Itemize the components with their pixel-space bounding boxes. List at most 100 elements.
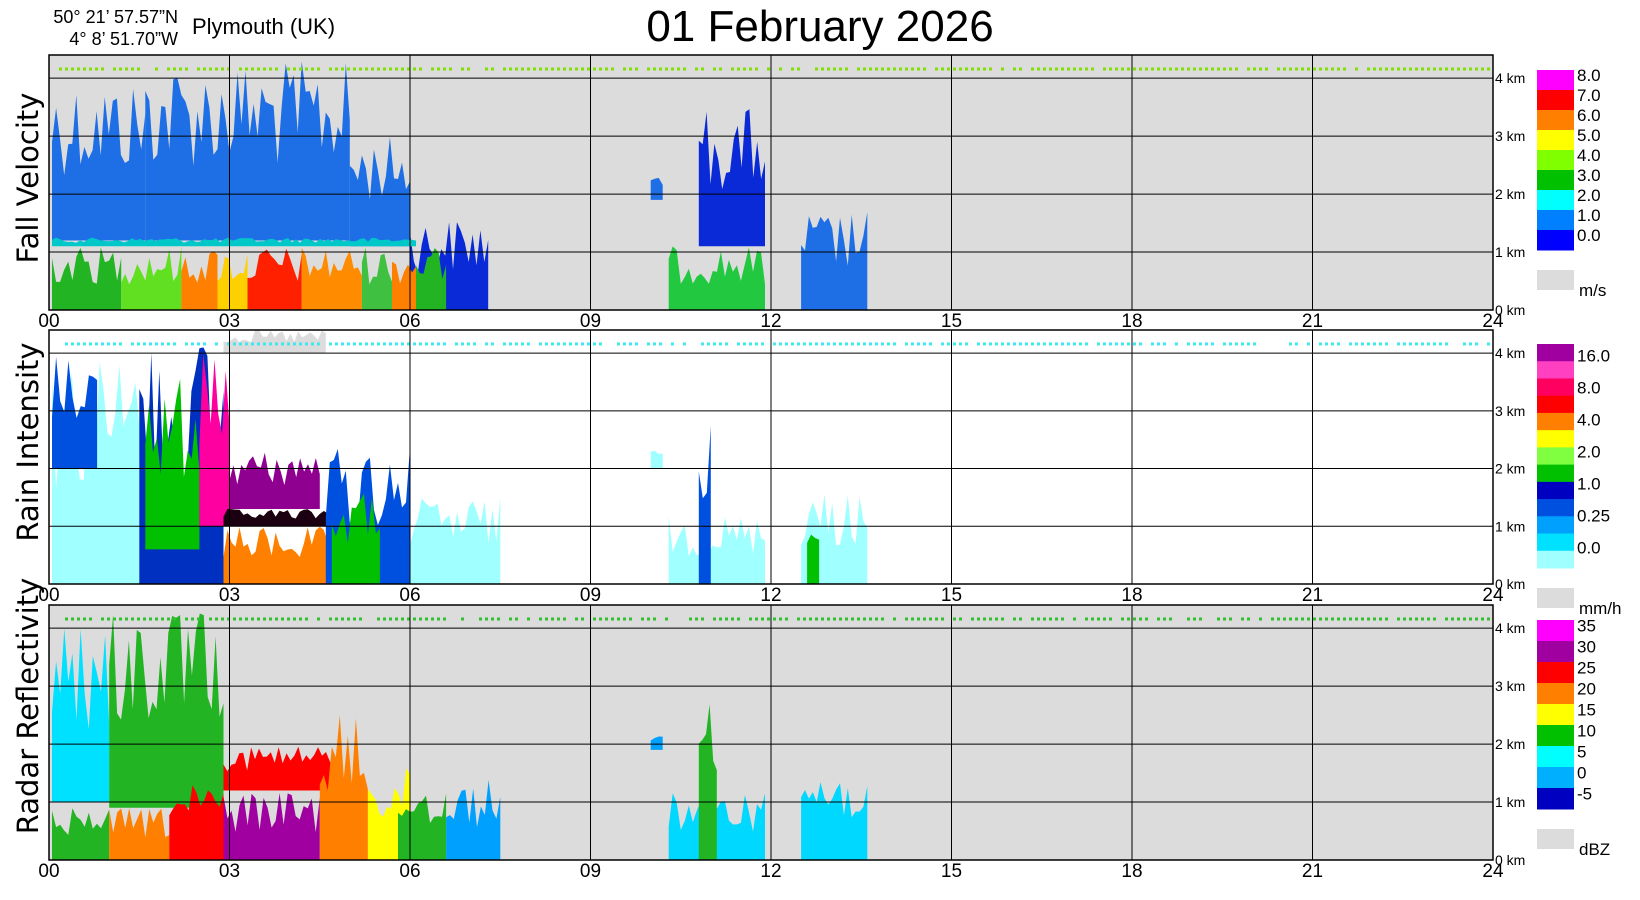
signal-dot (1415, 67, 1418, 71)
signal-dot (1373, 67, 1376, 71)
signal-dot (1421, 617, 1424, 621)
signal-dot (533, 67, 536, 71)
signal-dot (1019, 342, 1022, 346)
signal-dot (953, 342, 956, 346)
signal-dot (749, 67, 752, 71)
signal-dot (203, 67, 206, 71)
signal-dot (491, 617, 494, 621)
signal-dot (1217, 67, 1220, 71)
signal-dot (101, 67, 104, 71)
signal-dot (245, 67, 248, 71)
signal-dot (617, 617, 620, 621)
signal-dot (485, 342, 488, 346)
signal-dot (587, 342, 590, 346)
signal-dot (827, 67, 830, 71)
signal-dot (1133, 342, 1136, 346)
colorbar-swatch (1537, 447, 1574, 466)
signal-dot (347, 617, 350, 621)
signal-dot (1097, 342, 1100, 346)
signal-dot (1205, 67, 1208, 71)
y-tick-label-3-km: 3 km (1495, 403, 1525, 419)
signal-dot (1409, 342, 1412, 346)
signal-dot (287, 342, 290, 346)
signal-dot (515, 67, 518, 71)
signal-dot (911, 617, 914, 621)
signal-dot (287, 67, 290, 71)
x-tick-label-24: 24 (1482, 311, 1504, 332)
signal-dot (1199, 342, 1202, 346)
signal-dot (317, 617, 320, 621)
signal-dot (503, 342, 506, 346)
signal-dot (1199, 617, 1202, 621)
signal-dot (1439, 342, 1442, 346)
signal-dot (443, 67, 446, 71)
x-tick-label-21: 21 (1302, 311, 1323, 332)
signal-dot (1319, 342, 1322, 346)
signal-dot (653, 67, 656, 71)
colorbar-swatch (1537, 344, 1574, 362)
signal-dot (1079, 342, 1082, 346)
signal-dot (1325, 67, 1328, 71)
x-tick-label-06: 06 (399, 311, 420, 332)
signal-dot (1139, 67, 1142, 71)
signal-dot (1163, 617, 1166, 621)
signal-dot (725, 617, 728, 621)
signal-dot (161, 617, 164, 621)
signal-dot (341, 67, 344, 71)
signal-dot (539, 617, 542, 621)
signal-dot (1319, 617, 1322, 621)
signal-dot (581, 67, 584, 71)
signal-dot (299, 617, 302, 621)
signal-dot (983, 67, 986, 71)
signal-dot (1013, 617, 1016, 621)
x-tick-label-18: 18 (1121, 861, 1142, 882)
signal-dot (71, 342, 74, 346)
signal-dot (713, 67, 716, 71)
colorbar-swatch (1537, 481, 1574, 500)
signal-dot (1367, 617, 1370, 621)
signal-dot (839, 342, 842, 346)
signal-dot (911, 67, 914, 71)
signal-dot (1301, 67, 1304, 71)
signal-dot (83, 617, 86, 621)
signal-dot (473, 342, 476, 346)
signal-dot (1433, 342, 1436, 346)
colorbar-swatch (1537, 378, 1574, 397)
y-tick-label-2-km: 2 km (1495, 736, 1525, 752)
signal-dot (461, 67, 464, 71)
colorbar-nodata-swatch (1537, 829, 1574, 849)
signal-dot (1349, 342, 1352, 346)
panel-fall-velocity: 0 km1 km2 km3 km4 km00 03 06 09 12 15 18 21 248.… (38, 54, 1606, 332)
signal-dot (623, 67, 626, 71)
signal-dot (611, 67, 614, 71)
signal-dot (1061, 342, 1064, 346)
signal-dot (599, 342, 602, 346)
x-tick-label-21: 21 (1302, 861, 1323, 882)
signal-dot (977, 67, 980, 71)
signal-dot (1469, 67, 1472, 71)
signal-dot (431, 617, 434, 621)
signal-dot (155, 342, 158, 346)
signal-dot (1439, 67, 1442, 71)
signal-dot (1343, 617, 1346, 621)
signal-dot (527, 342, 530, 346)
signal-dot (713, 342, 716, 346)
colorbar-swatch (1537, 210, 1574, 231)
signal-dot (1457, 617, 1460, 621)
signal-dot (935, 617, 938, 621)
signal-dot (815, 617, 818, 621)
echo-17 (807, 534, 820, 584)
signal-dot (827, 617, 830, 621)
signal-dot (71, 617, 74, 621)
colorbar-label-5-0: 5.0 (1577, 126, 1601, 145)
signal-dot (557, 67, 560, 71)
signal-dot (551, 617, 554, 621)
signal-dot (353, 617, 356, 621)
colorbar-label-4-0: 4.0 (1577, 411, 1601, 430)
signal-dot (875, 67, 878, 71)
signal-dot (1235, 67, 1238, 71)
signal-dot (905, 617, 908, 621)
signal-dot (1103, 342, 1106, 346)
y-tick-label-2-km: 2 km (1495, 461, 1525, 477)
signal-dot (977, 617, 980, 621)
